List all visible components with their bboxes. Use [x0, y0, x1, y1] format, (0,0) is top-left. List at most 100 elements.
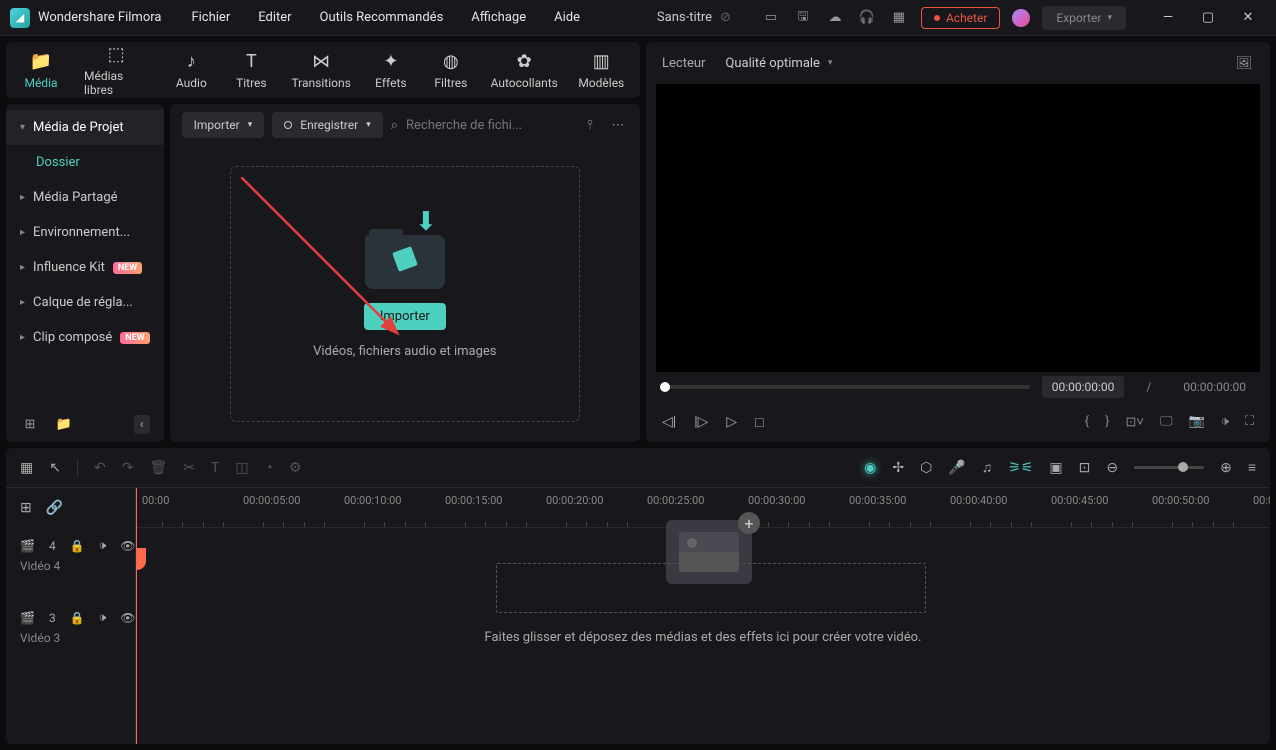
tab-transitions[interactable]: ⋈Transitions — [286, 47, 356, 94]
lock-icon[interactable]: 🔒 — [70, 539, 85, 553]
sidebar-item-adjustment-layer[interactable]: ▸Calque de régla... — [6, 285, 164, 320]
menu-file[interactable]: Fichier — [191, 10, 230, 25]
import-button[interactable]: Importer — [364, 303, 446, 330]
mic-icon[interactable]: 🎤 — [948, 460, 965, 476]
close-button[interactable]: ✕ — [1230, 4, 1266, 32]
zoom-in-icon[interactable]: ⊕ — [1220, 460, 1232, 476]
menu-help[interactable]: Aide — [554, 10, 580, 25]
sidebar-item-influence-kit[interactable]: ▸Influence KitNEW — [6, 250, 164, 285]
document-title[interactable]: Sans-titre ⊘ — [657, 10, 731, 25]
ratio-icon[interactable]: ⊡˅ — [1125, 414, 1143, 430]
mute-icon[interactable]: 🕩 — [99, 538, 107, 553]
search-input[interactable] — [406, 118, 572, 133]
tab-titles[interactable]: TTitres — [226, 47, 276, 94]
timeline-drop-zone[interactable] — [496, 563, 926, 613]
volume-icon[interactable]: 🕩 — [1221, 414, 1229, 430]
sidebar-item-project-media[interactable]: ▾Média de Projet — [6, 110, 164, 145]
collapse-sidebar-button[interactable]: ‹ — [134, 415, 150, 434]
timeline-tracks[interactable]: 00:0000:00:05:0000:00:10:0000:00:15:0000… — [136, 488, 1270, 744]
tab-templates[interactable]: ▥Modèles — [573, 47, 630, 94]
select-tool-icon[interactable]: ↖ — [49, 460, 61, 476]
frame-icon[interactable]: ⊡ — [1079, 460, 1091, 476]
import-drop-zone[interactable]: ⬇ Importer Vidéos, fichiers audio et ima… — [230, 166, 580, 422]
redo-icon[interactable]: ↷ — [122, 460, 134, 476]
display-icon[interactable]: 🖵 — [1160, 414, 1173, 430]
headphones-icon[interactable]: 🎧 — [857, 8, 877, 28]
track-row-video4[interactable]: 🎬4 🔒 🕩 👁 Vidéo 4 — [6, 528, 135, 600]
zoom-out-icon[interactable]: ⊖ — [1106, 460, 1118, 476]
sidebar-item-shared-media[interactable]: ▸Média Partagé — [6, 180, 164, 215]
save-icon[interactable]: 🖫 — [793, 8, 813, 28]
snapshot-icon[interactable]: 🖼 — [1234, 53, 1254, 73]
stop-button[interactable]: □ — [755, 414, 763, 431]
folder-add-icon[interactable]: 📁 — [54, 414, 74, 434]
marker-icon[interactable]: ⬡ — [920, 460, 932, 476]
sidebar-item-environment[interactable]: ▸Environnement... — [6, 215, 164, 250]
bracket-open-icon[interactable]: { — [1085, 414, 1089, 430]
zoom-thumb[interactable] — [1178, 462, 1188, 472]
grid-icon[interactable]: ▦ — [889, 8, 909, 28]
prev-button[interactable]: ◁| — [662, 414, 676, 431]
visibility-icon[interactable]: 👁 — [120, 539, 135, 553]
ruler-tick: 00:00:10:00 — [344, 494, 401, 507]
scrub-track[interactable] — [660, 385, 1030, 389]
mask-icon[interactable]: ▣ — [1049, 460, 1062, 476]
maximize-button[interactable]: ▢ — [1190, 4, 1226, 32]
sparkle-icon[interactable]: ✢ — [892, 460, 904, 476]
lock-icon[interactable]: 🔒 — [70, 611, 85, 625]
buy-button[interactable]: Acheter — [921, 7, 1000, 29]
fullscreen-icon[interactable]: ⛶ — [1245, 414, 1254, 430]
avatar[interactable] — [1012, 9, 1030, 27]
menu-edit[interactable]: Editer — [258, 10, 291, 25]
player-scrubber: 00:00:00:00 / 00:00:00:00 — [646, 372, 1270, 402]
bracket-close-icon[interactable]: } — [1105, 414, 1109, 430]
tab-effects[interactable]: ✦Effets — [366, 47, 416, 94]
timeline-right-tools: ◉ ✢ ⬡ 🎤 ♫ ⚞⚟ ▣ ⊡ ⊖ ⊕ ≡ — [864, 459, 1256, 476]
zoom-slider[interactable] — [1134, 466, 1204, 469]
crop-icon[interactable]: ◫ — [235, 460, 248, 476]
more-icon[interactable]: ⋯ — [608, 115, 628, 135]
preview-area[interactable] — [656, 84, 1260, 372]
menu-tools[interactable]: Outils Recommandés — [320, 10, 444, 25]
playhead-handle[interactable] — [136, 548, 146, 570]
minimize-button[interactable]: — — [1150, 4, 1186, 32]
list-view-icon[interactable]: ≡ — [1248, 459, 1256, 476]
link-icon[interactable]: 🔗 — [46, 500, 63, 516]
visibility-icon[interactable]: 👁 — [120, 611, 135, 625]
tab-stock[interactable]: ⬚Médias libres — [76, 40, 156, 101]
adjust-icon[interactable]: ⚙ — [289, 460, 302, 476]
filter-icon[interactable]: ⫯ — [580, 115, 600, 135]
ai-icon[interactable]: ◉ — [864, 460, 876, 476]
step-back-button[interactable]: |▷ — [694, 414, 708, 431]
music-icon[interactable]: ♫ — [982, 459, 993, 476]
cloud-icon[interactable]: ☁ — [825, 8, 845, 28]
color-icon[interactable]: ◔ — [265, 459, 273, 476]
record-dropdown[interactable]: Enregistrer▾ — [272, 112, 382, 138]
menu-view[interactable]: Affichage — [471, 10, 526, 25]
mute-icon[interactable]: 🕩 — [99, 610, 107, 625]
tab-media[interactable]: 📁Média — [16, 47, 66, 94]
playhead[interactable] — [136, 488, 137, 744]
render-icon[interactable]: ⚞⚟ — [1008, 460, 1033, 476]
apps-icon[interactable]: ▦ — [20, 460, 33, 476]
camera-icon[interactable]: 📷 — [1189, 414, 1205, 430]
sidebar-item-folder[interactable]: Dossier — [6, 145, 164, 180]
tab-filters[interactable]: ◍Filtres — [426, 47, 476, 94]
import-dropdown[interactable]: Importer▾ — [182, 112, 265, 138]
undo-icon[interactable]: ↶ — [94, 460, 106, 476]
add-track-icon[interactable]: ⊞ — [20, 500, 32, 516]
track-row-video3[interactable]: 🎬3 🔒 🕩 👁 Vidéo 3 — [6, 600, 135, 672]
delete-icon[interactable]: 🗑 — [149, 460, 167, 476]
scrub-thumb[interactable] — [660, 382, 670, 392]
device-icon[interactable]: ▭ — [761, 8, 781, 28]
quality-dropdown[interactable]: Qualité optimale▾ — [725, 56, 832, 71]
cut-icon[interactable]: ✂ — [183, 460, 195, 476]
timecode-current[interactable]: 00:00:00:00 — [1042, 376, 1125, 398]
sidebar-item-compound-clip[interactable]: ▸Clip composéNEW — [6, 320, 164, 355]
tab-stickers[interactable]: ✿Autocollants — [486, 47, 563, 94]
tab-audio[interactable]: ♪Audio — [166, 47, 216, 94]
add-bin-icon[interactable]: ⊞ — [20, 414, 40, 434]
text-tool-icon[interactable]: T — [211, 460, 219, 476]
play-button[interactable]: ▷ — [726, 414, 737, 431]
export-button[interactable]: Exporter ▾ — [1042, 6, 1126, 30]
